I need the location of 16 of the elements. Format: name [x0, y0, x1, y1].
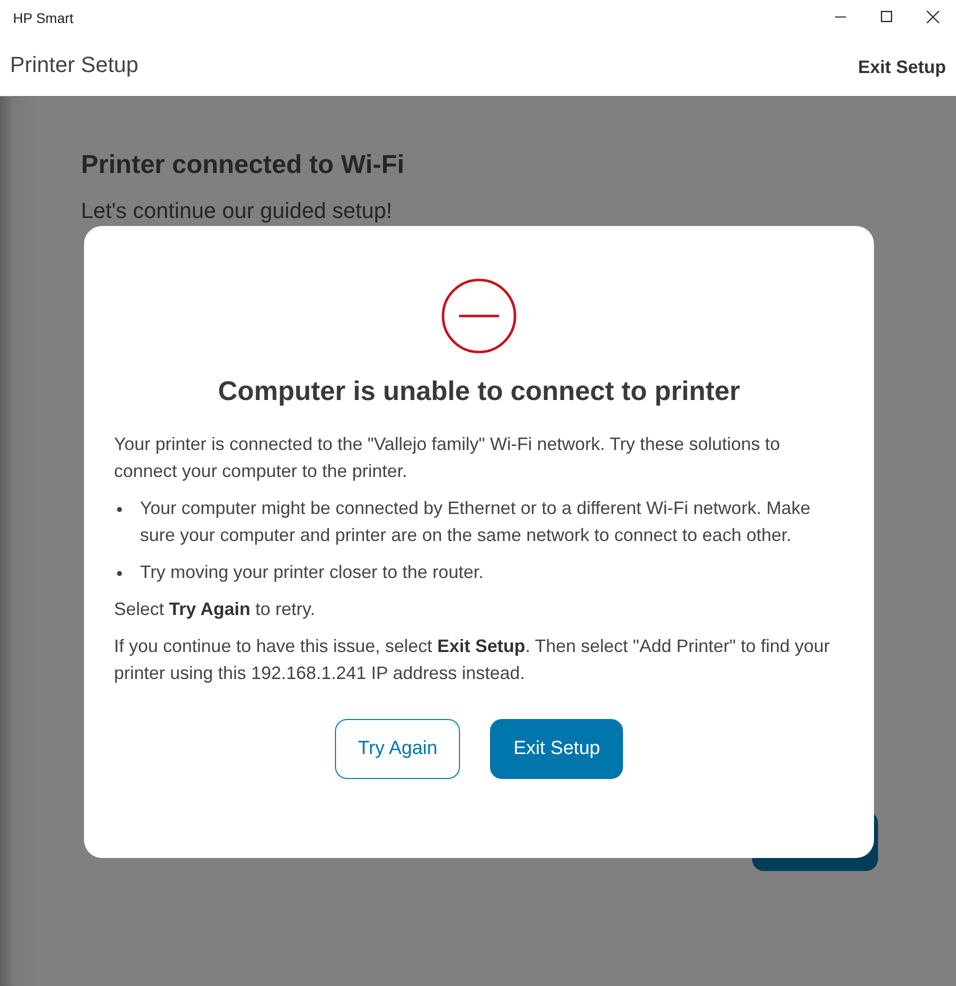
dialog-title: Computer is unable to connect to printer [216, 376, 742, 407]
exit-setup-button[interactable]: Exit Setup [490, 719, 624, 779]
bullet-text: Try moving your printer closer to the router. [140, 561, 484, 584]
try-again-button[interactable]: Try Again [334, 719, 460, 779]
bullet-icon [117, 507, 122, 512]
error-icon [441, 278, 517, 354]
bullet-text: Your computer might be connected by Ethernet or to a different Wi-Fi network. Make sure your computer and printer are on the same network to connect to each other. [140, 497, 812, 547]
dialog-message: Select Try Again to retry. [114, 598, 316, 621]
window-title: HP Smart [13, 10, 74, 26]
dialog-message: Your printer is connected to the "Vallejo family" Wi-Fi network. Try these solutions to connect your computer to the printer. [114, 433, 782, 483]
exit-setup-link[interactable]: Exit Setup [858, 57, 946, 78]
page-title: Printer Setup [10, 52, 138, 78]
dialog-message: If you continue to have this issue, select Exit Setup. Then select "Add Printer" to find your printer using this 192.168.1.241 IP address instead. [114, 635, 831, 685]
bullet-icon [117, 571, 122, 576]
page-heading: Printer connected to Wi-Fi [81, 149, 406, 180]
page-subtitle: Let's continue our guided setup! [81, 198, 394, 224]
